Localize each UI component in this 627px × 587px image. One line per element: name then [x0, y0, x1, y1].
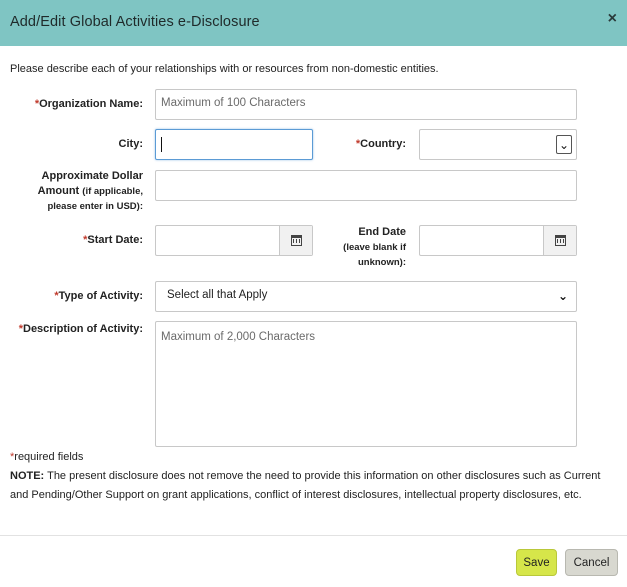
- country-select[interactable]: ⌄: [419, 129, 577, 160]
- city-input[interactable]: [155, 129, 313, 160]
- activity-type-value: Select all that Apply: [167, 289, 268, 301]
- footer-divider: [0, 535, 627, 536]
- note-label: NOTE:: [10, 470, 45, 482]
- start-date-label: *Start Date:: [83, 234, 143, 246]
- amount-input[interactable]: [155, 170, 577, 201]
- calendar-icon: [554, 235, 566, 246]
- country-label: *Country:: [355, 138, 406, 150]
- required-fields-note: *required fields: [10, 451, 84, 463]
- text-cursor: [161, 137, 162, 152]
- end-date-calendar-button[interactable]: [543, 226, 576, 255]
- save-button[interactable]: Save: [516, 549, 557, 576]
- start-date-input[interactable]: [155, 225, 313, 256]
- dialog-title: Add/Edit Global Activities e-Disclosure: [10, 14, 260, 30]
- cancel-button[interactable]: Cancel: [565, 549, 618, 576]
- chevron-down-icon[interactable]: ⌄: [556, 135, 572, 154]
- dialog-header: Add/Edit Global Activities e-Disclosure …: [0, 0, 627, 46]
- org-name-label: *Organization Name:: [34, 98, 143, 110]
- calendar-icon: [290, 235, 302, 246]
- activity-type-select[interactable]: Select all that Apply ⌄: [155, 281, 577, 312]
- note-text: The present disclosure does not remove t…: [10, 470, 601, 501]
- end-date-label: End Date (leave blank if unknown):: [343, 226, 406, 268]
- city-label: City:: [118, 138, 143, 150]
- close-icon[interactable]: ×: [608, 10, 617, 28]
- chevron-down-icon: ⌄: [557, 289, 568, 303]
- description-label: *Description of Activity:: [18, 323, 143, 335]
- disclosure-note: NOTE: The present disclosure does not re…: [10, 467, 617, 505]
- org-name-placeholder: Maximum of 100 Characters: [161, 97, 306, 109]
- activity-type-label: *Type of Activity:: [54, 290, 143, 302]
- start-date-calendar-button[interactable]: [279, 226, 312, 255]
- end-date-input[interactable]: [419, 225, 577, 256]
- description-placeholder: Maximum of 2,000 Characters: [161, 331, 316, 343]
- description-textarea[interactable]: Maximum of 2,000 Characters: [155, 321, 577, 447]
- org-name-input[interactable]: Maximum of 100 Characters: [155, 89, 577, 120]
- intro-text: Please describe each of your relationshi…: [10, 63, 439, 75]
- amount-label: Approximate Dollar Amount (if applicable…: [37, 170, 143, 212]
